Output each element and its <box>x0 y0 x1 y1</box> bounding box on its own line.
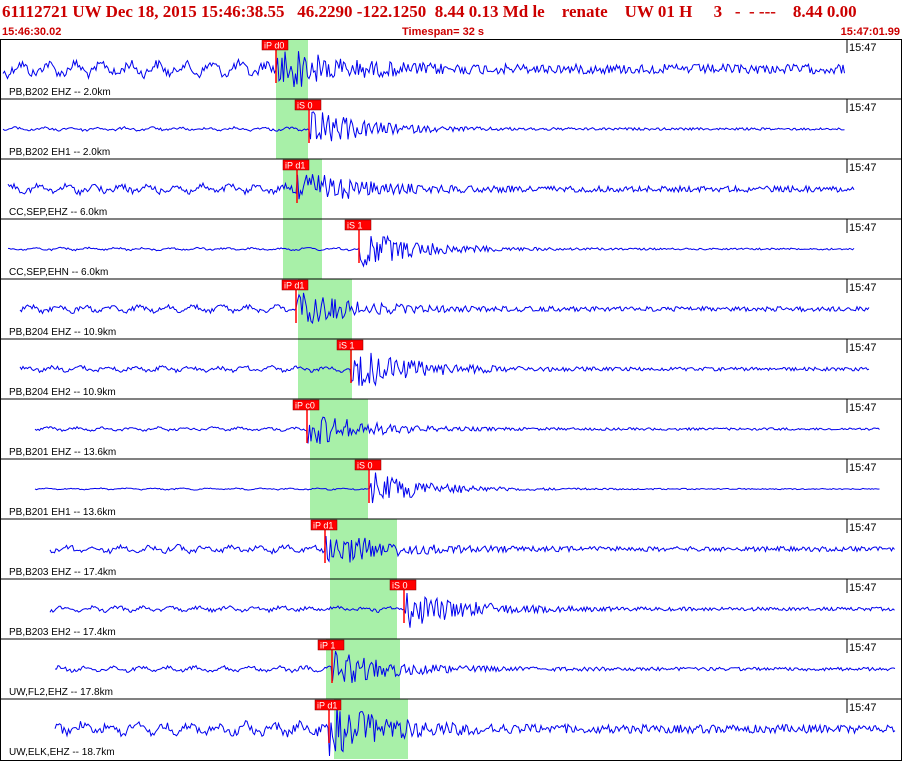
time-range-bar: 15:46:30.02 Timespan= 32 s 15:47:01.99 <box>0 26 902 39</box>
waveform-trace[interactable] <box>7 234 855 268</box>
waveform-trace[interactable] <box>19 352 870 387</box>
pick-label: iS 0 <box>357 461 373 471</box>
waveform-trace[interactable] <box>49 592 895 628</box>
waveform-trace[interactable] <box>54 704 896 757</box>
analysis-window <box>330 579 397 639</box>
pick-label: iP d1 <box>285 161 305 171</box>
pick-label: iP 1 <box>320 641 335 651</box>
analysis-window <box>330 519 397 579</box>
minute-tick-label: 15:47 <box>849 102 877 114</box>
waveform-trace[interactable] <box>2 51 845 87</box>
pick-label: iP d0 <box>264 41 284 51</box>
minute-tick-label: 15:47 <box>849 642 877 654</box>
seismogram-panel[interactable]: iP d0 PB,B202 EHZ -- 2.0km 15:47 iS 0 PB,B20… <box>0 39 902 760</box>
station-label: PB,B202 EHZ -- 2.0km <box>9 87 111 98</box>
minute-tick-label: 15:47 <box>849 522 877 534</box>
start-time: 15:46:30.02 <box>2 26 62 38</box>
pick-label: iS 1 <box>347 221 363 231</box>
station-label: PB,B201 EHZ -- 13.6km <box>9 447 116 458</box>
station-label: CC,SEP,EHN -- 6.0km <box>9 267 108 278</box>
station-label: PB,B202 EH1 -- 2.0km <box>9 147 110 158</box>
minute-tick-label: 15:47 <box>849 222 877 234</box>
timespan-label: Timespan= 32 s <box>402 26 485 38</box>
event-header: 61112721 UW Dec 18, 2015 15:46:38.55 46.… <box>0 0 902 26</box>
event-title: 61112721 UW Dec 18, 2015 15:46:38.55 46.… <box>2 2 857 21</box>
pick-label: iP d1 <box>313 521 333 531</box>
waveform-trace[interactable] <box>34 416 880 445</box>
end-time: 15:47:01.99 <box>840 26 900 38</box>
pick-label: iS 0 <box>297 101 313 111</box>
station-label: PB,B203 EHZ -- 17.4km <box>9 567 116 578</box>
pick-label: iS 1 <box>339 341 355 351</box>
station-label: UW,FL2,EHZ -- 17.8km <box>9 687 113 698</box>
pick-label: iP d1 <box>317 701 337 711</box>
minute-tick-label: 15:47 <box>849 42 877 54</box>
station-label: UW,ELK,EHZ -- 18.7km <box>9 747 115 758</box>
minute-tick-label: 15:47 <box>849 282 877 294</box>
station-label: PB,B201 EH1 -- 13.6km <box>9 507 116 518</box>
waveform-trace[interactable] <box>7 174 855 200</box>
waveform-trace[interactable] <box>19 292 870 325</box>
waveform-trace[interactable] <box>2 111 845 142</box>
station-label: CC,SEP,EHZ -- 6.0km <box>9 207 107 218</box>
waveform-trace[interactable] <box>54 651 896 683</box>
analysis-window <box>334 699 408 759</box>
minute-tick-label: 15:47 <box>849 342 877 354</box>
minute-tick-label: 15:47 <box>849 462 877 474</box>
minute-tick-label: 15:47 <box>849 402 877 414</box>
station-label: PB,B204 EHZ -- 10.9km <box>9 327 116 338</box>
waveform-trace[interactable] <box>49 535 895 563</box>
station-label: PB,B203 EH2 -- 17.4km <box>9 627 116 638</box>
minute-tick-label: 15:47 <box>849 162 877 174</box>
pick-label: iP c0 <box>295 401 315 411</box>
minute-tick-label: 15:47 <box>849 702 877 714</box>
pick-label: iS 0 <box>392 581 408 591</box>
station-label: PB,B204 EH2 -- 10.9km <box>9 387 116 398</box>
waveform-trace[interactable] <box>34 472 880 504</box>
minute-tick-label: 15:47 <box>849 582 877 594</box>
pick-label: iP d1 <box>284 281 304 291</box>
